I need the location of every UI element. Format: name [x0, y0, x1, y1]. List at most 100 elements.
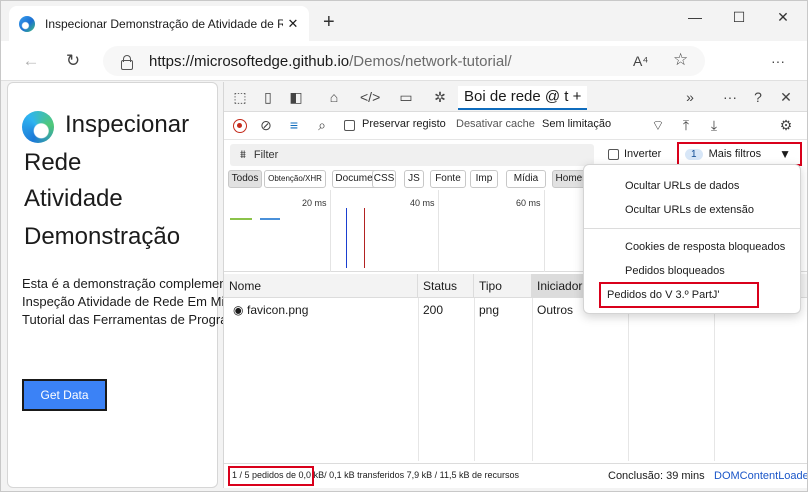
export-har-icon[interactable]: ⤓ [704, 116, 724, 134]
elements-tab-icon[interactable]: </> [360, 88, 380, 106]
dom-content-loaded-time: DOMContentLoaded: 2 [714, 470, 808, 482]
filter-toggle-icon[interactable]: ≡ [284, 116, 304, 134]
column-divider [418, 298, 419, 461]
throttling-select[interactable]: Sem limitação [542, 118, 611, 130]
menu-item-hide-extension-urls[interactable]: Ocultar URLs de extensão [584, 199, 800, 221]
timeline-gridline [330, 190, 331, 272]
maximize-button[interactable]: ☐ [725, 9, 753, 26]
menu-item-blocked-response-cookies[interactable]: Cookies de resposta bloqueados [584, 236, 800, 258]
page-heading-line-2: Rede [24, 149, 82, 176]
request-summary: 1 / 5 pedidos de 0,0 kB/ 0,1 kB transfer… [232, 470, 519, 480]
page-heading-line-1: Inspecionar [65, 111, 190, 138]
filter-input[interactable]: ⩩ Filter [230, 144, 594, 166]
devtools-menu-icon[interactable]: ··· [720, 88, 740, 106]
search-icon[interactable]: ⌕ [312, 116, 332, 134]
chevron-down-icon: ▼ [779, 147, 792, 161]
inspect-element-icon[interactable]: ⬚ [230, 88, 250, 106]
invert-checkbox[interactable] [608, 148, 619, 160]
more-tabs-icon[interactable]: » [680, 88, 700, 106]
edge-favicon-icon [19, 15, 35, 32]
menu-item-third-party-requests[interactable]: Pedidos do V 3.º PartJ' [599, 282, 759, 308]
import-har-icon[interactable]: ⤒ [676, 116, 696, 134]
column-status[interactable]: Status [418, 274, 474, 298]
column-divider [532, 298, 533, 461]
column-type[interactable]: Tipo [474, 274, 532, 298]
type-filter-css[interactable]: CSS [372, 170, 396, 188]
filter-placeholder: Filter [253, 149, 279, 161]
load-event-marker [364, 208, 365, 268]
row-status: 200 [423, 303, 444, 317]
row-type: png [479, 303, 500, 317]
favorite-star-icon[interactable]: ☆ [673, 50, 688, 70]
network-settings-gear-icon[interactable]: ⚙ [776, 116, 796, 134]
devtools-toolbar: ⬚ ▯ ◧ ⌂ </> ▭ ✲ Boi de rede @ t + » ··· … [224, 82, 807, 112]
sources-bug-icon[interactable]: ✲ [430, 88, 450, 106]
timeline-label-40ms: 40 ms [410, 198, 435, 208]
clear-icon[interactable]: ⊘ [256, 116, 276, 134]
get-data-button[interactable]: Get Data [22, 379, 107, 411]
close-window-button[interactable]: ✕ [769, 9, 797, 26]
title-bar: Inspecionar Demonstração de Atividade de… [1, 1, 807, 41]
more-filters-button[interactable]: 1 Mais filtros ▼ [677, 142, 802, 166]
web-page: Inspecionar Rede Atividade Demonstração … [7, 82, 297, 488]
type-filter-js[interactable]: JS [404, 170, 424, 188]
network-conditions-icon[interactable]: ⌔ [648, 116, 668, 134]
timeline-label-60ms: 60 ms [516, 198, 541, 208]
column-divider [628, 298, 629, 461]
new-tab-button[interactable]: + [323, 11, 335, 34]
menu-item-blocked-requests[interactable]: Pedidos bloqueados [584, 260, 800, 282]
column-divider [714, 298, 715, 461]
filter-funnel-icon: ⩩ [240, 148, 246, 161]
device-emulation-icon[interactable]: ▯ [258, 88, 278, 106]
row-initiator: Outros [537, 303, 574, 317]
timeline-bar [230, 218, 252, 220]
column-name[interactable]: Nome [224, 274, 418, 298]
dom-content-loaded-marker [346, 208, 347, 268]
back-arrow-icon[interactable]: ← [19, 51, 43, 71]
network-toolbar: ⊘ ≡ ⌕ Preservar registo Desativar cache … [224, 112, 807, 140]
welcome-home-icon[interactable]: ⌂ [324, 88, 344, 106]
type-filter-all[interactable]: Todos [228, 170, 262, 188]
disable-cache-label[interactable]: Desativar cache [456, 118, 535, 130]
read-aloud-icon[interactable]: A⁴ [633, 53, 648, 69]
console-tab-icon[interactable]: ▭ [396, 88, 416, 106]
dock-sidebar-icon[interactable]: ◧ [286, 88, 306, 106]
row-name: favicon.png [247, 303, 309, 317]
minimize-button[interactable]: — [681, 9, 709, 25]
tab-close-icon[interactable]: ✕ [283, 16, 303, 32]
column-initiator[interactable]: Iniciador [532, 274, 584, 298]
menu-divider [584, 228, 800, 229]
type-filter-media[interactable]: Mídia [506, 170, 546, 188]
help-icon[interactable]: ? [748, 88, 768, 106]
url-host: https://microsoftedge.github.io [149, 52, 350, 70]
edge-logo-icon [22, 111, 54, 143]
more-filters-menu: Ocultar URLs de dados Ocultar URLs de ex… [583, 164, 801, 314]
type-filter-font[interactable]: Fonte [430, 170, 466, 188]
devtools-close-icon[interactable]: ✕ [776, 88, 796, 106]
record-icon[interactable] [233, 119, 247, 133]
more-filters-label: Mais filtros [708, 148, 762, 160]
browser-window: Inspecionar Demonstração de Atividade de… [0, 0, 808, 492]
preserve-log-checkbox[interactable] [344, 119, 355, 131]
network-status-bar: 1 / 5 pedidos de 0,0 kB/ 0,1 kB transfer… [224, 463, 807, 488]
more-filters-count-badge: 1 [685, 148, 703, 160]
type-filter-fetch-xhr[interactable]: Obtenção/XHR [264, 170, 326, 188]
timeline-bar [260, 218, 280, 220]
timeline-gridline [544, 190, 545, 272]
browser-menu-icon[interactable]: ··· [771, 53, 785, 69]
menu-item-hide-data-urls[interactable]: Ocultar URLs de dados [584, 175, 800, 197]
url-path: /Demos/network-tutorial/ [349, 52, 512, 70]
page-heading-line-3: Atividade [24, 185, 123, 212]
preserve-log-label: Preservar registo [362, 118, 446, 130]
browser-tab[interactable]: Inspecionar Demonstração de Atividade de… [9, 6, 309, 41]
address-bar[interactable]: https://microsoftedge.github.io/Demos/ne… [103, 46, 705, 76]
tab-network[interactable]: Boi de rede @ t + [458, 86, 588, 110]
invert-label: Inverter [624, 148, 662, 160]
type-filter-img[interactable]: Imp [470, 170, 498, 188]
tab-title: Inspecionar Demonstração de Atividade de… [45, 16, 283, 31]
timeline-label-20ms: 20 ms [302, 198, 327, 208]
navigation-bar: ← ↻ https://microsoftedge.github.io/Demo… [1, 41, 807, 81]
column-divider [474, 298, 475, 461]
refresh-icon[interactable]: ↻ [61, 51, 85, 71]
finish-time: Conclusão: 39 mins [608, 470, 705, 482]
